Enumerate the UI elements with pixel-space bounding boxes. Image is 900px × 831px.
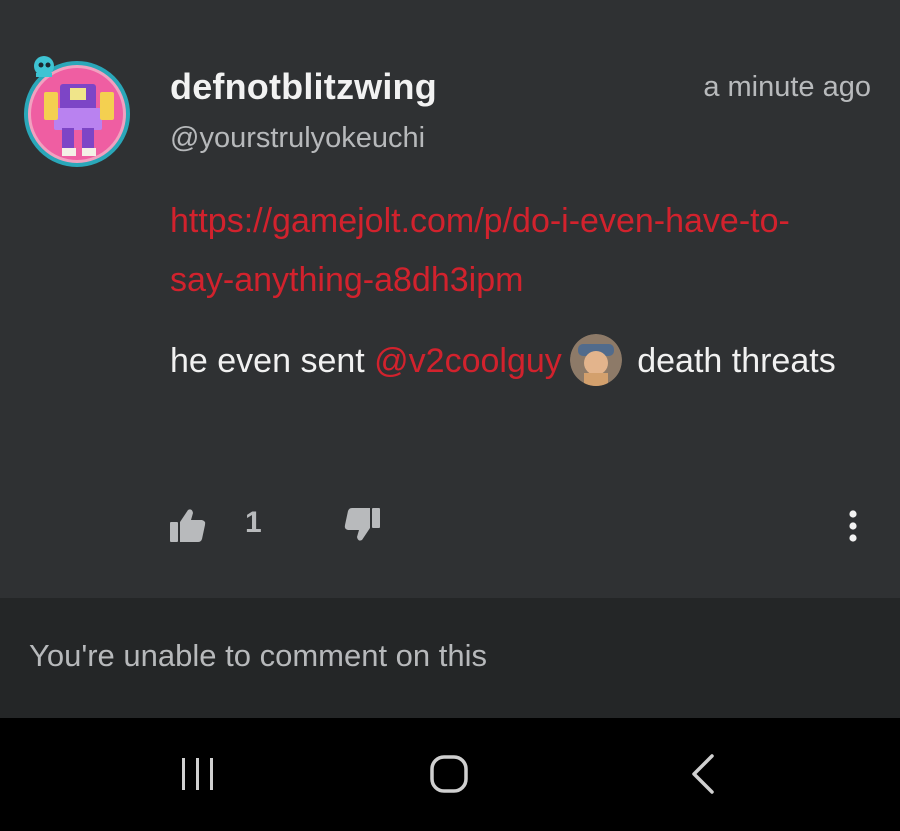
- back-icon: [692, 754, 714, 794]
- system-navigation-bar: [0, 718, 900, 831]
- more-vertical-icon: [849, 510, 857, 542]
- like-count: 1: [245, 506, 262, 539]
- thumbs-down-icon: [344, 508, 380, 541]
- home-icon: [430, 755, 468, 793]
- dislike-button[interactable]: [342, 506, 382, 544]
- post-link[interactable]: https://gamejolt.com/p/do-i-even-have-to…: [170, 192, 850, 310]
- robot-avatar-icon: [24, 56, 130, 167]
- author-name[interactable]: defnotblitzwing: [170, 66, 437, 108]
- message-text-start: he even sent: [170, 342, 375, 380]
- mention-avatar[interactable]: [569, 334, 622, 386]
- screen: defnotblitzwing @yourstrulyokeuchi a min…: [0, 0, 900, 831]
- user-mention[interactable]: @v2coolguy: [374, 342, 562, 380]
- message-text-end: death threats: [627, 342, 836, 380]
- user-avatar-icon: [569, 334, 622, 386]
- like-button[interactable]: [168, 506, 208, 544]
- recent-apps-icon: [182, 758, 213, 790]
- recent-apps-button[interactable]: [176, 754, 220, 794]
- more-options-button[interactable]: [836, 504, 870, 548]
- post-actions: 1: [0, 498, 900, 554]
- comment-bar: You're unable to comment on this: [0, 598, 900, 718]
- post-timestamp[interactable]: a minute ago: [703, 71, 871, 104]
- author-handle[interactable]: @yourstrulyokeuchi: [170, 122, 425, 155]
- back-button[interactable]: [684, 750, 724, 798]
- comment-disabled-notice: You're unable to comment on this: [29, 638, 488, 673]
- post-card: defnotblitzwing @yourstrulyokeuchi a min…: [0, 0, 900, 598]
- post-message: he even sent @v2coolguy death threats: [170, 333, 860, 390]
- author-avatar[interactable]: [24, 52, 130, 168]
- thumbs-up-icon: [170, 509, 206, 542]
- home-button[interactable]: [428, 752, 472, 796]
